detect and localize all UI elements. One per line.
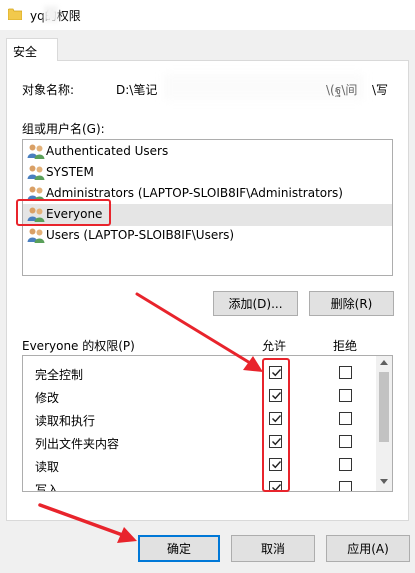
annotation-arrows [38, 292, 263, 543]
